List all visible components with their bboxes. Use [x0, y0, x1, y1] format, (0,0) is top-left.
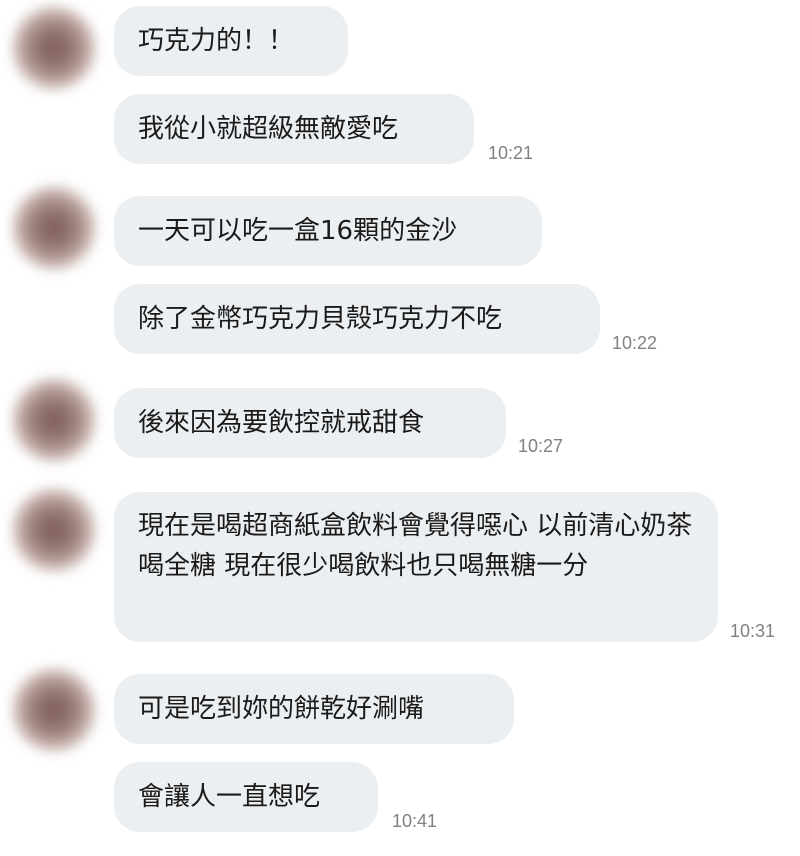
contact-avatar[interactable]	[12, 668, 96, 752]
message-timestamp: 10:31	[730, 621, 776, 641]
message-bubble[interactable]: 我從小就超級無敵愛吃	[114, 94, 474, 164]
message-bubble[interactable]: 會讓人一直想吃	[114, 762, 378, 832]
message-bubble[interactable]: 後來因為要飲控就戒甜食	[114, 388, 506, 458]
message-bubble[interactable]: 巧克力的！！	[114, 6, 348, 76]
message-timestamp: 10:22	[612, 333, 658, 353]
contact-avatar[interactable]	[12, 6, 96, 90]
message-timestamp: 10:27	[518, 436, 564, 456]
message-bubble[interactable]: 可是吃到妳的餅乾好涮嘴	[114, 674, 514, 744]
message-bubble[interactable]: 一天可以吃一盒16顆的金沙	[114, 196, 542, 266]
message-bubble[interactable]: 除了金幣巧克力貝殼巧克力不吃	[114, 284, 600, 354]
contact-avatar[interactable]	[12, 378, 96, 462]
message-bubble[interactable]: 現在是喝超商紙盒飲料會覺得噁心 以前清心奶茶喝全糖 現在很少喝飲料也只喝無糖一分	[114, 492, 718, 642]
contact-avatar[interactable]	[12, 186, 96, 270]
contact-avatar[interactable]	[12, 488, 96, 572]
message-timestamp: 10:41	[392, 811, 438, 831]
message-timestamp: 10:21	[488, 143, 534, 163]
